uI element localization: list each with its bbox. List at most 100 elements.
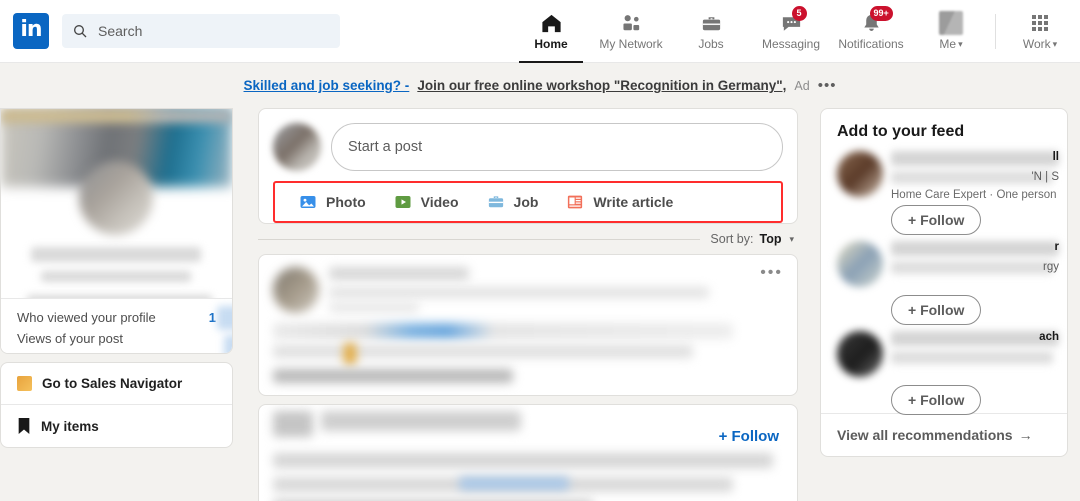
chevron-down-icon-work: ▾ (1052, 38, 1058, 49)
sidebar-label-sales-navigator: Go to Sales Navigator (42, 376, 183, 391)
recommendation-item: ll 'N | S Home Care Expert · One person … (821, 149, 1067, 235)
nav-label-notifications: Notifications (838, 37, 904, 51)
nav-item-home[interactable]: Home (511, 0, 591, 63)
nav-item-messaging[interactable]: 5 Messaging (751, 0, 831, 63)
sidebar-item-my-items[interactable]: My items (1, 404, 232, 447)
stat-label-profile-views: Who viewed your profile (17, 310, 156, 325)
feed-post[interactable]: ••• (258, 254, 798, 396)
job-label: Job (513, 194, 539, 210)
search-input[interactable]: Search (62, 14, 340, 48)
avatar (79, 161, 153, 235)
nav-item-work[interactable]: Work ▾ (1000, 0, 1080, 63)
add-to-feed-card: Add to your feed ll 'N | S Home Care Exp… (820, 108, 1068, 457)
search-icon (74, 25, 87, 38)
avatar-icon (939, 11, 963, 35)
recommendation-name-blur (891, 151, 1059, 166)
ad-more-icon[interactable]: ••• (818, 78, 837, 93)
view-all-label: View all recommendations (837, 427, 1013, 443)
nav-item-my-network[interactable]: My Network (591, 0, 671, 63)
start-post-card: Start a post Photo Video Job Write artic… (258, 108, 798, 224)
follow-button[interactable]: + Follow (891, 205, 982, 235)
follow-label: + Follow (908, 392, 965, 408)
recommendation-sub-tail: 'N | S (1031, 171, 1059, 183)
recommendation-sub-blur (891, 171, 1053, 184)
feed2-name-blur (321, 411, 521, 431)
me-avatar (939, 11, 963, 35)
video-icon (395, 196, 411, 208)
add-to-feed-title: Add to your feed (837, 123, 965, 140)
ad-banner: Skilled and job seeking? - Join our free… (0, 63, 1080, 108)
sort-control[interactable]: Sort by: Top ▾ (258, 224, 798, 254)
start-post-placeholder: Start a post (348, 139, 423, 155)
sidebar-item-sales-navigator[interactable]: Go to Sales Navigator (1, 363, 232, 404)
photo-button[interactable]: Photo (283, 193, 380, 211)
recommendation-desc: Home Care Expert · One person (891, 189, 1057, 201)
nav-item-notifications[interactable]: 99+ Notifications (831, 0, 911, 63)
feed-timestamp-blur (329, 303, 419, 312)
follow-label: + Follow (908, 212, 965, 228)
messaging-badge: 5 (791, 6, 807, 21)
start-post-input[interactable]: Start a post (331, 123, 783, 171)
avatar[interactable] (837, 151, 883, 197)
post-actions-toolbar: Photo Video Job Write article (273, 181, 783, 223)
profile-headline-blur (41, 271, 191, 282)
recommendation-sub-tail: rgy (1043, 261, 1059, 273)
notifications-badge: 99+ (869, 6, 893, 21)
recommendation-item: r rgy + Follow (821, 239, 1067, 325)
ad-body-text[interactable]: Join our free online workshop "Recogniti… (417, 78, 786, 93)
ad-link[interactable]: Skilled and job seeking? - (244, 78, 410, 93)
recommendation-name-tail: ll (1052, 151, 1059, 163)
stat-label-post-views: Views of your post (17, 331, 123, 346)
left-sidebar: Who viewed your profile 1 Views of your … (0, 108, 233, 448)
linkedin-logo[interactable]: in (13, 13, 49, 49)
recommendation-item: ach + Follow (821, 329, 1067, 415)
job-button[interactable]: Job (473, 193, 553, 211)
briefcase-icon (700, 11, 723, 35)
feed-author-name-blur (329, 267, 469, 280)
ad-tag: Ad (794, 78, 810, 93)
avatar[interactable] (837, 241, 883, 287)
stat-row-post-views[interactable]: Views of your post (1, 328, 232, 353)
nav-label-work-text: Work (1022, 37, 1051, 51)
follow-label: + Follow (908, 302, 965, 318)
left-links-card: Go to Sales Navigator My items (0, 362, 233, 448)
video-button[interactable]: Video (380, 193, 473, 211)
stat-row-profile-views[interactable]: Who viewed your profile 1 (1, 306, 232, 330)
nav-divider (995, 13, 996, 49)
sidebar-label-my-items: My items (41, 418, 99, 434)
people-icon (620, 11, 643, 35)
bell-icon: 99+ (860, 6, 893, 35)
feed-text-line1-blur (273, 323, 733, 339)
recommendation-name-blur (891, 241, 1059, 256)
stat-blur-post-views (224, 334, 232, 353)
feed2-link-blur (459, 477, 569, 490)
avatar[interactable] (273, 123, 321, 171)
logo-text: in (20, 16, 42, 42)
recommendation-name-tail: ach (1039, 331, 1059, 343)
chevron-down-icon: ▾ (958, 38, 963, 49)
profile-name-blur (31, 247, 201, 262)
avatar[interactable] (837, 331, 883, 377)
sales-navigator-icon (17, 376, 32, 391)
feed-post-menu-icon[interactable]: ••• (760, 265, 783, 281)
feed-post-2[interactable]: + Follow (258, 404, 798, 501)
follow-button[interactable]: + Follow (891, 385, 982, 415)
home-icon (540, 11, 563, 35)
write-article-button[interactable]: Write article (552, 193, 687, 211)
feed-author-avatar (273, 267, 319, 313)
start-post-row: Start a post (273, 123, 783, 171)
sort-divider (258, 238, 701, 240)
nav-item-jobs[interactable]: Jobs (671, 0, 751, 63)
stat-blur-profile-views (216, 306, 232, 330)
bookmark-icon (18, 418, 30, 434)
view-all-recommendations-link[interactable]: View all recommendations → (821, 413, 1067, 456)
global-header: in Search Home My Network Jobs 5 Messagi… (0, 0, 1080, 63)
stat-value-profile-views: 1 (209, 306, 232, 330)
write-article-label: Write article (593, 194, 674, 210)
feed-follow-button[interactable]: + Follow (719, 428, 779, 445)
follow-button[interactable]: + Follow (891, 295, 982, 325)
grid-icon (1032, 11, 1048, 35)
profile-card[interactable]: Who viewed your profile 1 Views of your … (0, 108, 233, 354)
nav-item-me[interactable]: Me ▾ (911, 0, 991, 63)
main-feed-column: Start a post Photo Video Job Write artic… (258, 108, 798, 501)
